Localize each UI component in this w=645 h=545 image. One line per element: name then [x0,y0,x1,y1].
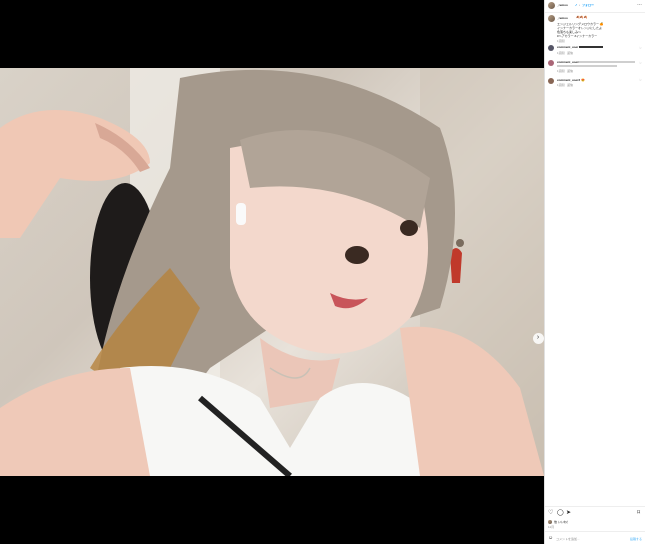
emoji-icon[interactable]: ☺ [548,536,553,541]
comment-text [579,46,603,48]
comment-time: 1週間 [557,69,565,73]
comment-username[interactable]: comment_user3 [557,78,580,82]
divider [545,531,645,532]
bookmark-icon[interactable]: ⌑ [637,510,640,516]
caption-emoji: 🍂🍂🍂 [576,15,588,19]
caption-username[interactable]: _remoo [557,16,568,20]
caption-time: 1週間 [557,39,565,43]
comment-icon[interactable]: ◯ [557,510,564,516]
post-actions: ♡ ◯ ➤ ⌑ 他 いいね！ 11月 ☺ コメントを追加... 投稿する [545,506,645,545]
comment-avatar[interactable] [548,60,554,66]
post-header: _remoo ✓ • フォロー … [545,0,645,13]
post-comment-button[interactable]: 投稿する [630,537,642,541]
more-options-icon[interactable]: … [637,2,642,7]
post-sidebar: _remoo ✓ • フォロー … _remoo 🍂🍂🍂 エンジェルリングメロウ… [544,0,645,544]
reply-button[interactable]: 返信 [567,51,573,55]
reply-button[interactable]: 返信 [567,83,573,87]
avatar[interactable] [548,2,555,9]
reply-button[interactable]: 返信 [567,69,573,73]
header-separator: • [579,3,581,7]
comment-input[interactable]: コメントを追加... [556,537,580,541]
likes-text[interactable]: 他 いいね！ [554,520,570,524]
comment-avatar[interactable] [548,45,554,51]
comment-username[interactable]: comment_user2 [557,60,580,64]
caption-avatar[interactable] [548,15,555,22]
comment-like-icon[interactable]: ♡ [639,61,642,65]
post-photo[interactable]: chevron-right-icon › [0,68,544,476]
comment-avatar[interactable] [548,78,554,84]
comment-text [579,61,635,63]
liker-avatar[interactable] [548,520,552,524]
comment-like-icon[interactable]: ♡ [639,78,642,82]
comment-like-icon[interactable]: ♡ [639,46,642,50]
header-username[interactable]: _remoo [557,3,568,7]
caption-line-4: #ヘアカラー #インナーカラー [557,34,598,38]
share-icon[interactable]: ➤ [566,510,571,516]
next-arrow-glyph: › [536,334,540,341]
comment-text-line-2 [557,65,617,67]
comment-time: 1週間 [557,83,565,87]
heart-icon[interactable]: ♡ [548,510,553,516]
comment-username[interactable]: comment_user [557,45,578,49]
comment-time: 1週間 [557,51,565,55]
comment-emoji: 😍 [581,78,585,82]
post-date: 11月 [548,525,555,529]
follow-button[interactable]: フォロー [582,3,594,7]
verified-badge: ✓ [575,3,578,7]
post-media: chevron-right-icon › [0,0,544,544]
